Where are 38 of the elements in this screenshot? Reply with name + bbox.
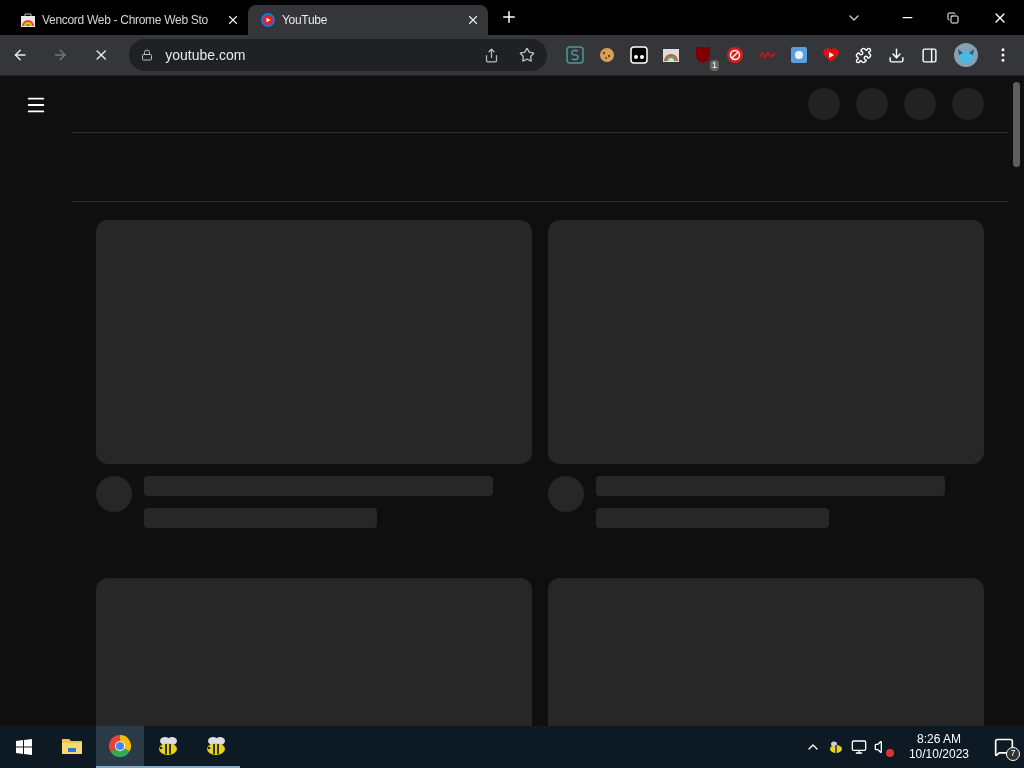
avatar-placeholder (96, 476, 132, 512)
folder-icon (61, 736, 83, 756)
close-icon[interactable] (226, 13, 240, 27)
notifications-icon[interactable] (994, 737, 1014, 757)
bee-tray-icon[interactable] (827, 740, 844, 754)
share-icon[interactable] (484, 47, 499, 63)
address-bar[interactable]: youtube.com (129, 39, 547, 71)
close-icon[interactable] (466, 13, 480, 27)
letter-s-icon[interactable] (563, 43, 587, 67)
taskbar-app[interactable] (96, 726, 144, 768)
profile-avatar-icon[interactable] (954, 43, 978, 67)
browser-tab[interactable]: YouTube (248, 5, 488, 35)
download-icon[interactable] (888, 46, 905, 64)
windows-logo-icon[interactable] (16, 739, 32, 755)
extension-badge: 1 (710, 60, 719, 71)
mute-badge-icon (885, 749, 894, 757)
tab-title: YouTube (282, 12, 329, 29)
tab-title: Vencord Web - Chrome Web Sto (42, 12, 209, 29)
new-tab-icon[interactable] (500, 8, 518, 26)
bee-icon (157, 736, 179, 756)
chrome-logo-icon (108, 734, 132, 758)
browser-tab[interactable]: Vencord Web - Chrome Web Sto (8, 5, 248, 35)
scrollbar-thumb[interactable] (1013, 82, 1020, 167)
restore-icon[interactable] (947, 11, 959, 24)
youtube-logo-icon (260, 12, 276, 28)
avatar-placeholder (548, 476, 584, 512)
shopping-bag-icon (20, 12, 36, 28)
url-text: youtube.com (165, 45, 246, 65)
clock-time[interactable]: 8:26 AM (916, 732, 961, 747)
lock-icon (141, 49, 154, 61)
notification-count: 7 (1006, 747, 1020, 761)
network-icon[interactable] (850, 739, 867, 755)
eyes-icon[interactable] (627, 43, 651, 67)
bookmark-star-icon[interactable] (519, 47, 535, 63)
side-panel-icon[interactable] (921, 46, 938, 64)
extensions-puzzle-icon[interactable] (855, 46, 872, 64)
clock-date[interactable]: 10/10/2023 (908, 747, 969, 762)
bee-icon (205, 736, 227, 756)
